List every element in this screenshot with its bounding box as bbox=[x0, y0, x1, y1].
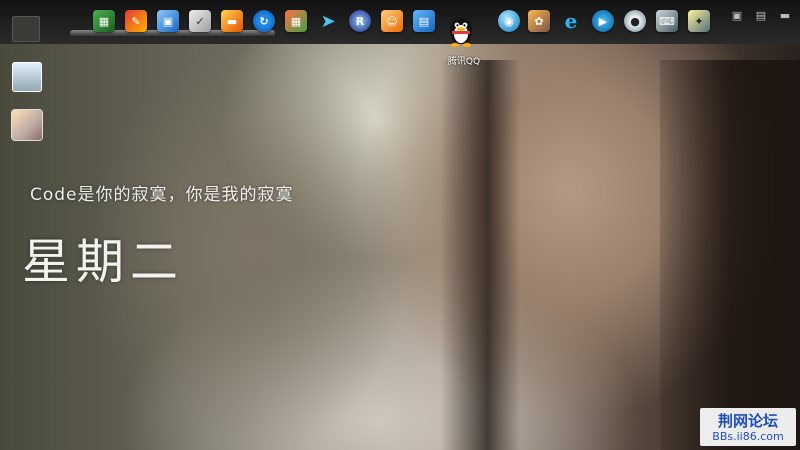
watermark-url: BBs.ii86.com bbox=[712, 430, 784, 443]
refresh-ring-icon[interactable]: ↻ bbox=[253, 10, 275, 32]
monitor-tools-icon[interactable]: ✦ bbox=[688, 10, 710, 32]
app-green-box-icon[interactable]: ▦ bbox=[93, 10, 115, 32]
weekday-label: 星期二 bbox=[22, 234, 185, 290]
wallpaper-hair-shadow bbox=[440, 60, 520, 450]
internet-explorer-icon[interactable]: e bbox=[560, 9, 582, 33]
briefcase-icon[interactable]: ▤ bbox=[754, 10, 768, 22]
tool-pencil-icon[interactable]: ✎ bbox=[125, 10, 147, 32]
face-doll-icon[interactable]: ☺ bbox=[381, 10, 403, 32]
cat-pet-icon[interactable]: ✿ bbox=[528, 10, 550, 32]
desktop-slogan: Code是你的寂寞，你是我的寂寞 bbox=[30, 185, 294, 205]
layout-toggle-icon[interactable]: ▣ bbox=[730, 10, 744, 22]
qq-label: 腾讯QQ bbox=[447, 57, 481, 67]
webcam-icon[interactable]: ● bbox=[624, 10, 646, 32]
minimize-icon[interactable]: ▬ bbox=[778, 10, 792, 22]
blue-ball-icon[interactable]: ◉ bbox=[498, 10, 520, 32]
media-player-icon[interactable]: ▶ bbox=[592, 10, 614, 32]
corner-folder-icon[interactable] bbox=[12, 16, 40, 42]
network-computers-icon[interactable]: ▣ bbox=[157, 10, 179, 32]
video-film-icon[interactable]: ▤ bbox=[413, 10, 435, 32]
document-edit-icon[interactable]: ✓ bbox=[189, 10, 211, 32]
bird-icon[interactable]: ➤ bbox=[317, 10, 339, 32]
photo-thumbnail-icon[interactable] bbox=[12, 110, 42, 140]
app-grid-icon[interactable]: ▦ bbox=[285, 10, 307, 32]
r-circle-icon[interactable]: R bbox=[349, 10, 371, 32]
watermark-title: 荆网论坛 bbox=[717, 412, 778, 430]
wallpaper-hair bbox=[660, 60, 800, 450]
forum-watermark: 荆网论坛 BBs.ii86.com bbox=[700, 408, 796, 446]
laptop-network-icon[interactable]: ⌨ bbox=[656, 10, 678, 32]
recycle-bin-icon[interactable] bbox=[12, 62, 42, 92]
drive-icon[interactable]: ▬ bbox=[221, 10, 243, 32]
qq-penguin-icon[interactable] bbox=[446, 14, 476, 48]
